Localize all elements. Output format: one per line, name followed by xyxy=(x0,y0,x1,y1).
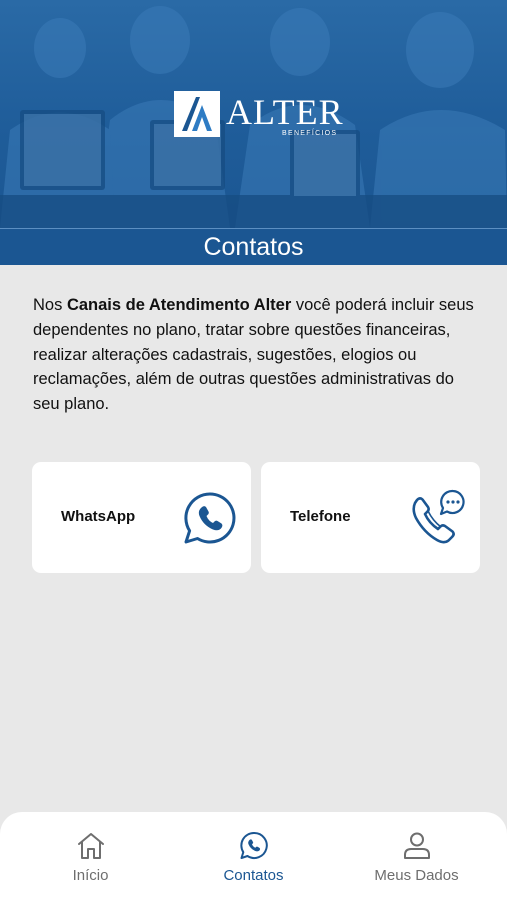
alter-logo: ALTER BENEFÍCIOS xyxy=(174,91,343,139)
nav-item-meus-dados[interactable]: Meus Dados xyxy=(332,812,501,900)
alter-logo-mark xyxy=(174,91,220,137)
nav-item-contatos[interactable]: Contatos xyxy=(169,812,338,900)
intro-bold: Canais de Atendimento Alter xyxy=(66,296,292,314)
logo-wordmark: ALTER xyxy=(226,92,344,132)
nav-label-meus-dados: Meus Dados xyxy=(374,867,459,884)
telefone-label: Telefone xyxy=(290,508,351,525)
intro-text: Nos Canais de Atendimento Alter você pod… xyxy=(33,293,478,417)
nav-item-inicio[interactable]: Início xyxy=(6,812,175,900)
nav-label-inicio: Início xyxy=(72,867,109,884)
nav-label-contatos: Contatos xyxy=(223,867,284,884)
page-title-bar: Contatos xyxy=(0,228,507,265)
whatsapp-icon xyxy=(184,492,236,544)
whatsapp-card[interactable]: WhatsApp xyxy=(32,462,251,573)
telefone-card[interactable]: Telefone xyxy=(261,462,480,573)
home-icon xyxy=(77,833,104,859)
bottom-nav: Início Contatos Meus Dados xyxy=(0,812,507,900)
phone-chat-icon xyxy=(412,489,465,544)
logo-subtitle: BENEFÍCIOS xyxy=(282,130,338,137)
whatsapp-label: WhatsApp xyxy=(61,508,136,525)
page-title: Contatos xyxy=(203,232,304,261)
intro-prefix: Nos xyxy=(33,296,67,314)
whatsapp-icon xyxy=(239,831,268,859)
user-icon xyxy=(403,832,430,859)
header-banner: ALTER BENEFÍCIOS xyxy=(0,0,507,228)
